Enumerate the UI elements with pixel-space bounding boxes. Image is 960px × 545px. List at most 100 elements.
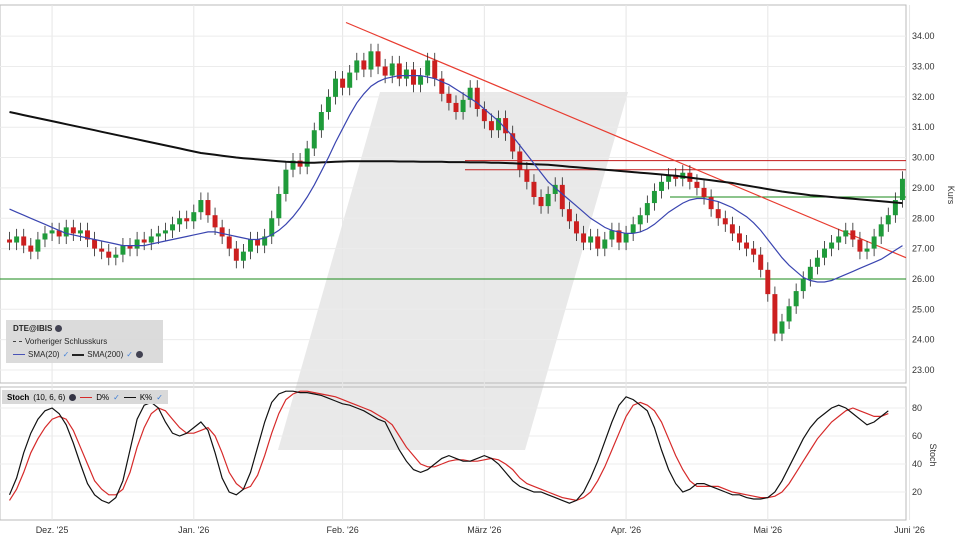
legend-ma-row: SMA(20) ✓ SMA(200) ✓ [13,350,143,359]
candle-up [779,321,785,334]
candle-up [800,278,806,292]
x-tick-label: Feb. '26 [326,525,358,535]
checkmark-icon[interactable]: ✓ [156,393,163,402]
candle-up [276,193,282,219]
candle-down [531,181,537,198]
y-tick-label: 34.00 [912,31,935,41]
candle-up [240,251,246,261]
price-chart-svg: Dez. '25 Jan. '26 Feb. '26 März '26 Apr. '26… [0,4,956,535]
candle-up [623,233,629,243]
legend-prev-close-row: Vorheriger Schlusskurs [13,337,107,346]
candle-up [177,218,183,225]
x-tick-label: Juni '26 [894,525,925,535]
k-swatch [123,396,136,398]
dashed-swatch [13,341,22,342]
y-tick-label: 33.00 [912,62,935,72]
candle-up [786,306,792,322]
stoch-y-tick-label: 60 [912,431,922,441]
candle-up [637,215,643,225]
candle-down [382,66,388,76]
candle-down [772,294,778,334]
x-tick-label: Mai '26 [753,525,782,535]
candle-down [857,239,863,252]
checkmark-icon[interactable]: ✓ [63,350,70,359]
candle-up [347,72,353,88]
candle-up [609,230,615,240]
candle-up [77,230,83,234]
candle-up [666,175,672,182]
stoch-k-label: K% [139,392,153,402]
y-tick-label: 23.00 [912,365,935,375]
candle-up [304,148,310,167]
candle-down [361,60,367,70]
candle-up [14,236,20,243]
candle-up [389,63,395,76]
settings-icon[interactable] [55,325,63,332]
candle-up [325,96,331,113]
candle-up [318,112,324,131]
candle-up [871,236,877,249]
candle-up [162,230,168,234]
checkmark-icon[interactable]: ✓ [126,350,133,359]
candle-up [191,212,197,222]
x-tick-label: Apr. '26 [611,525,641,535]
candle-up [170,224,176,231]
candle-down [715,209,721,219]
legend-sma200: SMA(200) [87,350,124,359]
legend-prev-close: Vorheriger Schlusskurs [25,337,108,346]
candle-down [411,69,416,85]
candle-up [899,178,905,201]
chart-stage: Dez. '25 Jan. '26 Feb. '26 März '26 Apr. '26… [0,0,960,540]
candle-up [644,203,650,216]
x-tick-label: März '26 [467,525,501,535]
candle-up [659,181,664,191]
candle-down [226,236,232,249]
y-tick-label: 27.00 [912,244,935,254]
candle-down [432,60,438,79]
candle-up [545,193,551,207]
candle-up [120,245,126,255]
candle-up [148,236,154,243]
candle-down [212,215,218,228]
candle-down [708,197,714,210]
candle-up [814,257,820,267]
candle-up [829,242,835,249]
candle-up [651,190,657,204]
candle-up [822,248,827,258]
candle-down [758,254,764,270]
sma20-swatch [13,354,25,355]
checkmark-icon[interactable]: ✓ [113,393,120,402]
y-axis-label: Kurs [946,186,956,205]
y-tick-label: 26.00 [912,274,935,284]
legend-symbol: DTE@IBIS [13,324,53,333]
candle-up [42,233,48,240]
candle-down [7,239,13,243]
y-tick-label: 25.00 [912,304,935,314]
stoch-legend: Stoch (10, 6, 6) D% ✓ K% ✓ [2,390,168,404]
candle-down [233,248,239,261]
y-tick-label: 32.00 [912,92,935,102]
candle-up [113,254,119,258]
candle-up [807,266,813,279]
candle-down [99,248,105,252]
y-tick-label: 28.00 [912,213,935,223]
candle-down [219,227,225,237]
candle-up [198,200,204,213]
legend-symbol-row: DTE@IBIS [13,324,63,333]
candle-up [793,291,799,307]
settings-icon[interactable] [135,351,143,358]
candle-up [368,51,374,70]
y-tick-label: 24.00 [912,335,935,345]
candle-down [92,239,98,249]
candle-down [573,221,579,234]
candle-down [736,233,742,243]
candle-up [283,169,289,194]
candle-down [141,239,147,243]
stoch-y-tick-label: 20 [912,487,922,497]
candle-up [885,215,891,225]
candle-down [488,121,494,131]
candle-down [340,78,346,88]
settings-icon[interactable] [69,393,77,401]
candle-down [751,248,757,255]
candle-up [35,239,41,252]
